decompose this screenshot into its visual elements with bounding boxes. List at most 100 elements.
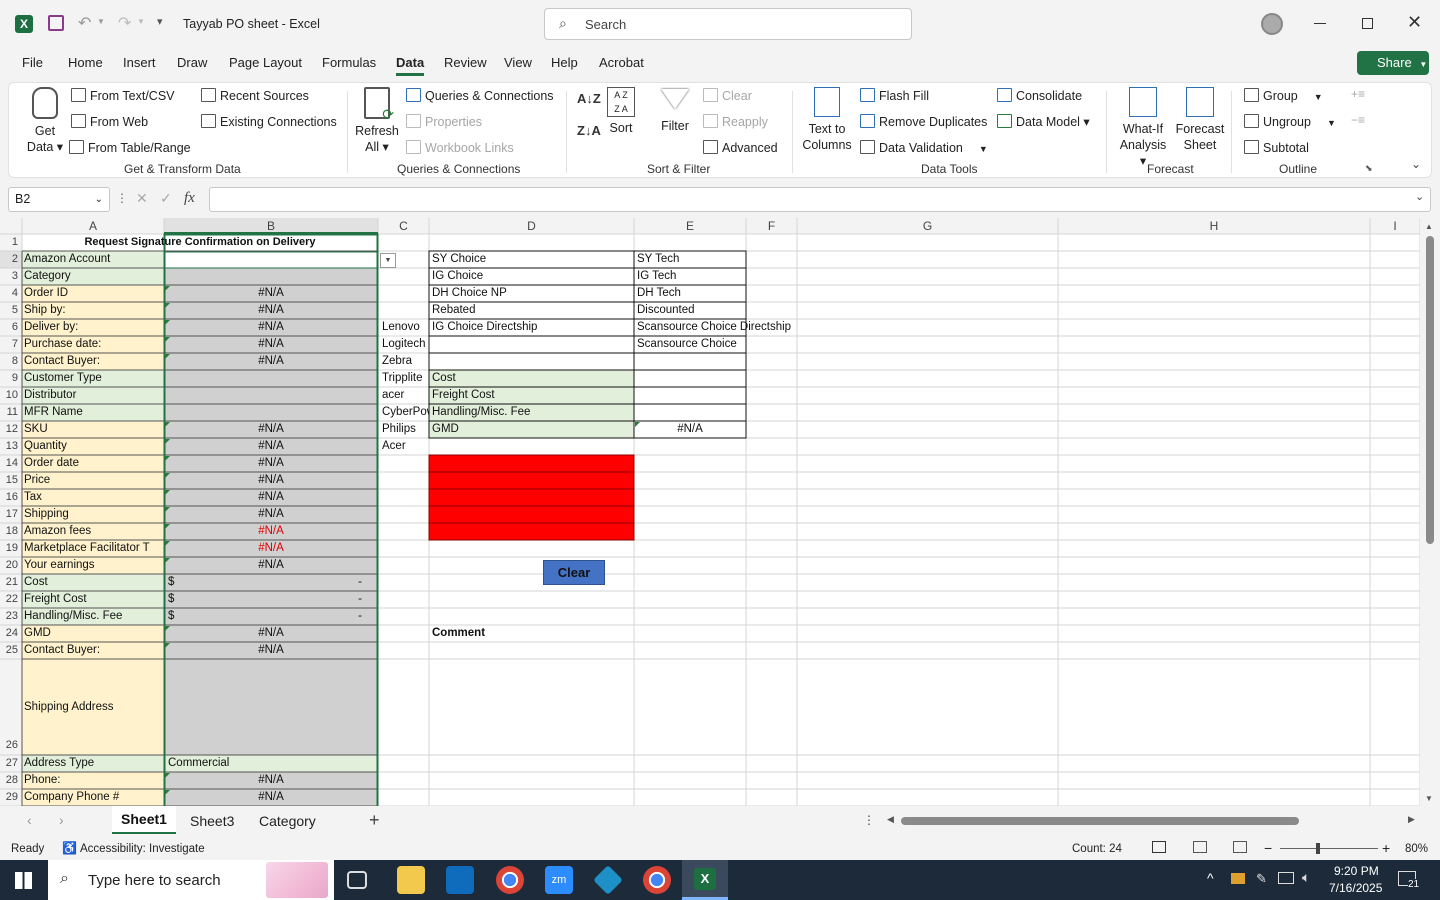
row-header-9[interactable]: 9	[0, 370, 22, 387]
row-header-11[interactable]: 11	[0, 404, 22, 421]
account-avatar[interactable]	[1261, 13, 1283, 35]
column-header-A[interactable]: A	[22, 219, 164, 234]
normal-view-icon[interactable]	[1152, 841, 1166, 853]
data-validation-dropdown-icon[interactable]: ▼	[380, 253, 396, 268]
existing-connections-button[interactable]: Existing Connections	[201, 114, 337, 129]
sort-descending-icon[interactable]: Z↓A	[577, 123, 601, 138]
column-header-C[interactable]: C	[378, 219, 429, 234]
outlook-icon[interactable]	[446, 866, 474, 894]
row-header-2[interactable]: 2	[0, 251, 22, 268]
task-view-icon[interactable]	[347, 871, 367, 889]
taskbar-date[interactable]: 7/16/2025	[1329, 881, 1382, 895]
tab-file[interactable]: File	[22, 55, 43, 70]
from-web-button[interactable]: From Web	[71, 114, 148, 129]
tab-options-icon[interactable]: ⋮	[863, 813, 875, 827]
row-header-18[interactable]: 18	[0, 523, 22, 540]
properties-button[interactable]: Properties	[406, 114, 482, 129]
excel-taskbar-active[interactable]: X	[682, 860, 728, 900]
value-cell-b28[interactable]: #N/A	[166, 772, 376, 789]
row-header-21[interactable]: 21	[0, 574, 22, 591]
forecast-sheet-button[interactable]: Forecast Sheet	[1175, 87, 1225, 153]
row-header-12[interactable]: 12	[0, 421, 22, 438]
value-cell-b25[interactable]: #N/A	[166, 642, 376, 659]
tab-acrobat[interactable]: Acrobat	[599, 55, 644, 70]
zoom-slider[interactable]	[1280, 848, 1378, 849]
windows-start-icon[interactable]	[15, 872, 32, 889]
column-header-G[interactable]: G	[797, 219, 1058, 234]
value-cell-b27[interactable]: Commercial	[166, 755, 376, 772]
from-table-button[interactable]: From Table/Range	[69, 140, 191, 155]
tab-sheet3[interactable]: Sheet3	[190, 813, 234, 829]
data-model-button[interactable]: Data Model ▾	[997, 114, 1090, 129]
tab-home[interactable]: Home	[68, 55, 103, 70]
undo-icon[interactable]: ↶	[78, 13, 91, 33]
value-cell-b16[interactable]: #N/A	[166, 489, 376, 506]
row-header-14[interactable]: 14	[0, 455, 22, 472]
tab-formulas[interactable]: Formulas	[322, 55, 376, 70]
tab-sheet1[interactable]: Sheet1	[112, 806, 176, 834]
row-header-20[interactable]: 20	[0, 557, 22, 574]
sort-ascending-icon[interactable]: A↓Z	[577, 91, 601, 106]
dialog-launcher-icon[interactable]: ⬊	[1365, 163, 1373, 174]
text-to-columns-button[interactable]: Text to Columns	[801, 87, 853, 153]
row-header-8[interactable]: 8	[0, 353, 22, 370]
page-layout-view-icon[interactable]	[1193, 841, 1207, 853]
zoom-in-icon[interactable]: +	[1382, 840, 1390, 856]
tab-insert[interactable]: Insert	[123, 55, 156, 70]
row-header-17[interactable]: 17	[0, 506, 22, 523]
zoom-app-icon[interactable]: zm	[545, 866, 573, 894]
from-text-csv-button[interactable]: From Text/CSV	[71, 88, 175, 103]
column-header-I[interactable]: I	[1370, 219, 1420, 234]
scroll-tabs-right-icon[interactable]: ›	[59, 812, 64, 828]
row-header-13[interactable]: 13	[0, 438, 22, 455]
value-cell-b20[interactable]: #N/A	[166, 557, 376, 574]
accessibility-status[interactable]: Accessibility: Investigate	[80, 843, 205, 855]
expand-formula-icon[interactable]: ⌄	[1415, 190, 1424, 203]
tab-data[interactable]: Data	[396, 55, 425, 76]
worksheet-grid[interactable]: A B C D E F G H I 1 2 3 4 5 6 7 8 9 10 11 12 13 14 15 16 17 18 19 20…	[0, 218, 1440, 806]
scroll-thumb[interactable]	[1426, 236, 1434, 544]
value-cell-b4[interactable]: #N/A	[166, 285, 376, 302]
value-cell-b29[interactable]: #N/A	[166, 789, 376, 806]
cancel-entry-icon[interactable]: ✕	[136, 190, 148, 207]
what-if-analysis-button[interactable]: What-If Analysis ▾	[1115, 87, 1171, 169]
value-cell-b5[interactable]: #N/A	[166, 302, 376, 319]
close-icon[interactable]: ✕	[1407, 12, 1422, 33]
network-icon[interactable]	[1278, 872, 1294, 884]
column-header-H[interactable]: H	[1058, 219, 1370, 234]
row-header-23[interactable]: 23	[0, 608, 22, 625]
row-header-3[interactable]: 3	[0, 268, 22, 285]
h-scroll-thumb[interactable]	[901, 817, 1299, 825]
value-cell-b13[interactable]: #N/A	[166, 438, 376, 455]
value-cell-b23[interactable]: $	[166, 608, 226, 625]
sort-button[interactable]: A ZZ A Sort	[605, 87, 637, 135]
column-header-D[interactable]: D	[429, 219, 634, 234]
value-cell-b7[interactable]: #N/A	[166, 336, 376, 353]
customize-toolbar-icon[interactable]: ▾	[157, 15, 163, 28]
minimize-icon[interactable]	[1314, 23, 1326, 24]
save-icon[interactable]	[48, 15, 64, 31]
row-header-16[interactable]: 16	[0, 489, 22, 506]
tab-review[interactable]: Review	[444, 55, 487, 70]
row-header-25[interactable]: 25	[0, 642, 22, 659]
recent-sources-button[interactable]: Recent Sources	[201, 88, 309, 103]
group-button[interactable]: Group ▼	[1244, 88, 1323, 103]
show-hidden-icons-icon[interactable]: ^	[1207, 870, 1214, 886]
taskbar-time[interactable]: 9:20 PM	[1334, 864, 1379, 878]
share-button[interactable]: Share ▼	[1357, 51, 1429, 75]
redo-dropdown-icon[interactable]: ▼	[137, 17, 145, 26]
taskbar-search-box[interactable]: ⌕ Type here to search	[48, 860, 334, 900]
value-cell-b18[interactable]: #N/A	[166, 523, 376, 540]
tab-page-layout[interactable]: Page Layout	[229, 55, 302, 70]
value-cell-b19[interactable]: #N/A	[166, 540, 376, 557]
filter-button[interactable]: Filter	[657, 87, 693, 133]
row-header-27[interactable]: 27	[0, 755, 22, 772]
data-validation-button[interactable]: Data Validation ▼	[860, 140, 988, 155]
mail-tray-icon[interactable]	[1231, 873, 1245, 884]
queries-connections-button[interactable]: Queries & Connections	[406, 88, 554, 103]
zoom-out-icon[interactable]: −	[1264, 840, 1272, 856]
refresh-all-button[interactable]: ⟳ Refresh All ▾	[355, 87, 399, 155]
value-cell-b17[interactable]: #N/A	[166, 506, 376, 523]
vertical-scrollbar[interactable]: ▲ ▼	[1420, 218, 1440, 806]
confirm-entry-icon[interactable]: ✓	[160, 190, 172, 207]
